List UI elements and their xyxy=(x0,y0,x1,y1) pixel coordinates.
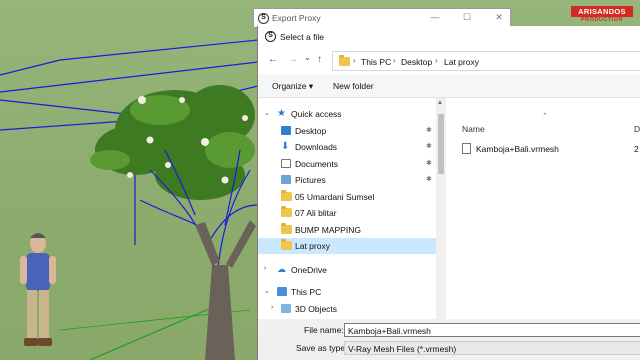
dialog-title-bar: S Select a file xyxy=(258,26,640,48)
sidebar-item-quick-access[interactable]: ⌄ ★ Quick access xyxy=(258,106,438,122)
sidebar-item-3d-objects[interactable]: › 3D Objects xyxy=(258,301,438,317)
file-list-pane: ⌃ Name D Kamboja+Bali.vrmesh 2 xyxy=(448,98,640,342)
sidebar-item-desktop[interactable]: Desktop ✱ xyxy=(258,123,438,139)
scroll-up-icon[interactable]: ▲ xyxy=(437,100,443,106)
close-button[interactable]: ✕ xyxy=(492,12,506,23)
chevron-right-icon: › xyxy=(393,56,396,65)
address-row: ← → ⌄ ↑ › This PC › Desktop › Lat proxy xyxy=(258,48,640,74)
column-header-date[interactable]: D xyxy=(634,124,640,134)
sidebar-item-label: This PC xyxy=(291,287,322,297)
pin-icon: ✱ xyxy=(426,176,432,183)
chevron-right-icon: › xyxy=(353,56,356,65)
organize-button[interactable]: Organize ▾ xyxy=(272,81,313,92)
sidebar-item-pictures[interactable]: Pictures ✱ xyxy=(258,172,438,188)
file-name-label: File name: xyxy=(304,325,344,335)
save-as-type-select[interactable]: V-Ray Mesh Files (*.vrmesh) xyxy=(344,341,640,355)
command-bar: Organize ▾ New folder xyxy=(258,74,640,98)
sidebar-item-label: OneDrive xyxy=(291,265,327,275)
nav-pane-scrollbar[interactable]: ▲ ▼ xyxy=(436,98,446,342)
column-header-name[interactable]: Name xyxy=(462,124,485,134)
file-date: 2 xyxy=(634,144,639,154)
sidebar-item-this-pc[interactable]: ⌄ This PC xyxy=(258,284,438,300)
sidebar-item-onedrive[interactable]: › ☁ OneDrive xyxy=(258,262,438,278)
folder-icon xyxy=(281,239,292,250)
scrollbar-thumb[interactable] xyxy=(438,114,444,174)
pin-icon: ✱ xyxy=(426,143,432,150)
back-arrow-icon[interactable]: ← xyxy=(268,54,278,65)
sidebar-item-bump-mapping[interactable]: BUMP MAPPING xyxy=(258,222,438,238)
maximize-button[interactable]: ☐ xyxy=(460,12,474,23)
sketchup-icon: S xyxy=(258,13,269,24)
chevron-down-icon[interactable]: ⌄ xyxy=(264,287,270,295)
chevron-right-icon: › xyxy=(435,56,438,65)
chevron-down-icon[interactable]: ⌄ xyxy=(264,109,270,117)
file-name-input[interactable]: Kamboja+Bali.vrmesh xyxy=(344,323,640,337)
sidebar-item-downloads[interactable]: ⬇ Downloads ✱ xyxy=(258,139,438,155)
desktop-icon xyxy=(281,126,291,135)
folder-icon xyxy=(339,55,350,66)
forward-arrow-icon[interactable]: → xyxy=(288,54,298,65)
logo-brand: ARISANDOS xyxy=(571,6,633,17)
export-proxy-title: Export Proxy xyxy=(272,13,321,23)
sidebar-item-05-umardani-sumsel[interactable]: 05 Umardani Sumsel xyxy=(258,189,438,205)
sidebar-item-label: Lat proxy xyxy=(295,241,330,251)
sidebar-item-label: 3D Objects xyxy=(295,304,338,314)
sidebar-item-label: 07 Ali blitar xyxy=(295,208,337,218)
navigation-pane: ⌄ ★ Quick access Desktop ✱ ⬇ Downloads ✱… xyxy=(258,98,446,342)
file-name: Kamboja+Bali.vrmesh xyxy=(476,144,559,154)
sidebar-item-label: Documents xyxy=(295,159,338,169)
sidebar-item-lat-proxy[interactable]: Lat proxy xyxy=(258,238,438,254)
sidebar-item-label: Desktop xyxy=(295,126,327,136)
sidebar-item-label: Pictures xyxy=(295,175,326,185)
breadcrumb-this-pc[interactable]: This PC xyxy=(361,57,391,67)
save-as-type-label: Save as type: xyxy=(296,343,348,353)
download-icon: ⬇ xyxy=(281,141,290,152)
export-proxy-window: S Export Proxy — ☐ ✕ xyxy=(253,8,511,28)
file-row[interactable]: Kamboja+Bali.vrmesh 2 xyxy=(462,142,640,156)
breadcrumb-lat-proxy[interactable]: Lat proxy xyxy=(444,57,479,67)
pin-icon: ✱ xyxy=(426,127,432,134)
documents-icon xyxy=(281,159,291,168)
select-file-dialog: S Select a file ← → ⌄ ↑ › This PC › Desk… xyxy=(257,26,640,360)
arisandos-logo: ARISANDOS PRODUCTION xyxy=(571,6,633,24)
folder-icon xyxy=(281,223,292,234)
logo-sub: PRODUCTION xyxy=(581,17,623,23)
sidebar-item-label: 05 Umardani Sumsel xyxy=(295,192,375,202)
cloud-icon: ☁ xyxy=(277,264,286,274)
breadcrumb-desktop[interactable]: Desktop xyxy=(401,57,432,67)
new-folder-button[interactable]: New folder xyxy=(333,81,374,91)
pin-icon: ✱ xyxy=(426,160,432,167)
minimize-button[interactable]: — xyxy=(428,12,442,22)
file-form-area: File name: Kamboja+Bali.vrmesh Save as t… xyxy=(258,319,640,360)
sidebar-item-documents[interactable]: Documents ✱ xyxy=(258,156,438,172)
cube-icon xyxy=(281,304,291,313)
address-bar[interactable]: › This PC › Desktop › Lat proxy xyxy=(332,51,640,71)
star-icon: ★ xyxy=(277,108,286,119)
dialog-title: Select a file xyxy=(280,32,324,42)
recent-locations-chevron-icon[interactable]: ⌄ xyxy=(304,53,311,62)
chevron-right-icon[interactable]: › xyxy=(264,265,266,272)
up-arrow-icon[interactable]: ↑ xyxy=(317,54,322,65)
sketchup-icon: S xyxy=(265,31,276,42)
folder-icon xyxy=(281,206,292,217)
pictures-icon xyxy=(281,175,291,184)
sort-ascending-icon: ⌃ xyxy=(542,113,548,120)
file-icon xyxy=(462,143,471,154)
computer-icon xyxy=(277,287,287,296)
sidebar-item-07-ali-blitar[interactable]: 07 Ali blitar xyxy=(258,205,438,221)
sidebar-item-label: Downloads xyxy=(295,142,338,152)
sidebar-item-label: BUMP MAPPING xyxy=(295,225,361,235)
chevron-right-icon[interactable]: › xyxy=(271,304,273,311)
sidebar-item-label: Quick access xyxy=(291,109,342,119)
folder-icon xyxy=(281,190,292,201)
